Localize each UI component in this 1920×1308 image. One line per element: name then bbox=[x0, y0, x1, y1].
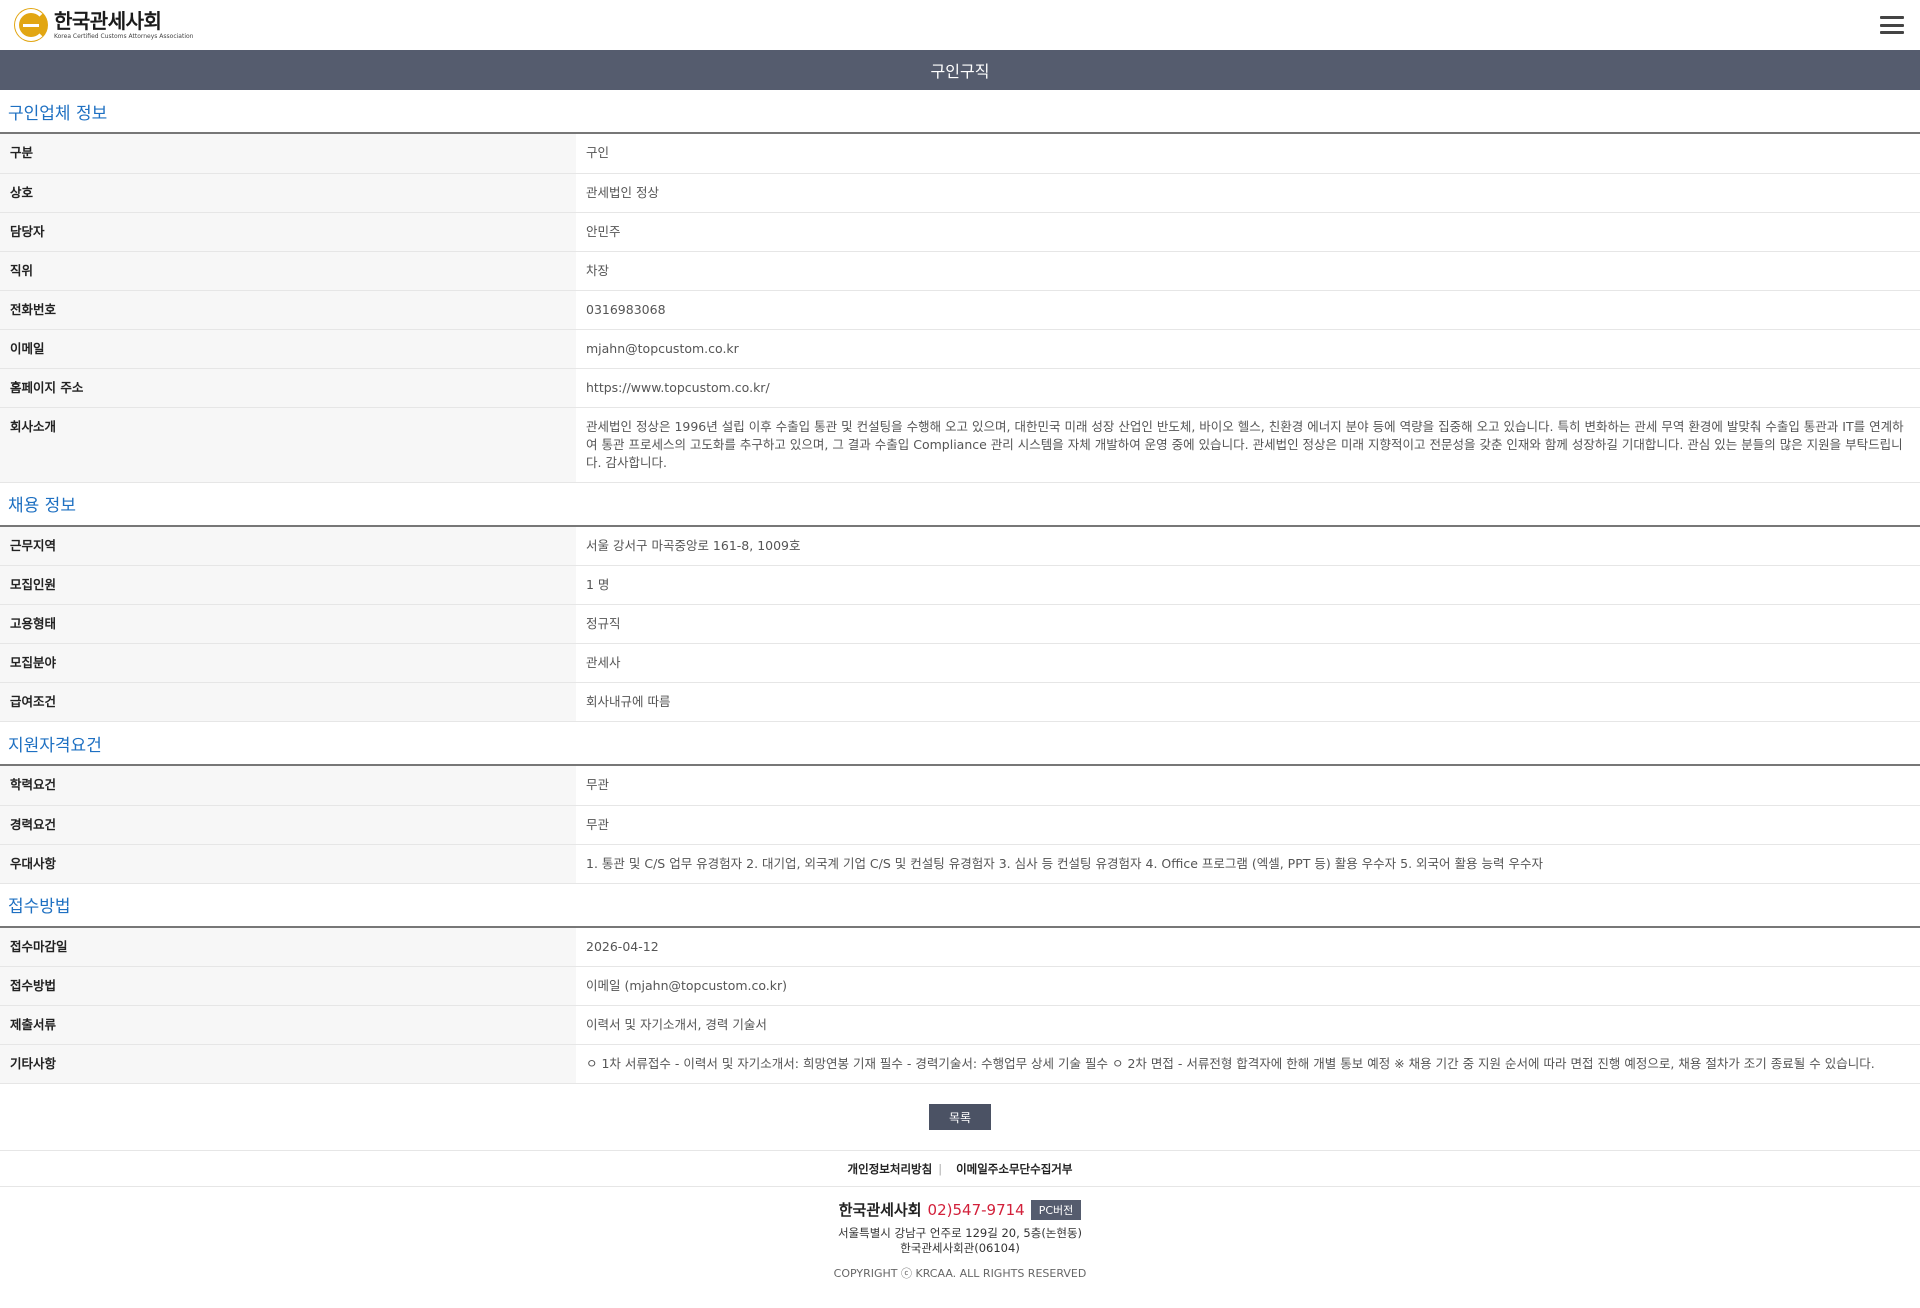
row-label: 근무지역 bbox=[0, 526, 576, 566]
qualification-table: 학력요건 무관 경력요건 무관 우대사항 1. 통관 및 C/S 업무 유경험자 2.… bbox=[0, 766, 1920, 884]
table-row: 홈페이지 주소 https://www.topcustom.co.kr/ bbox=[0, 368, 1920, 407]
site-logo[interactable]: 한국관세사회 Korea Certified Customs Attorneys… bbox=[14, 8, 193, 42]
privacy-policy-link[interactable]: 개인정보처리방침 bbox=[848, 1161, 933, 1177]
footer-links: 개인정보처리방침 | 이메일주소무단수집거부 bbox=[0, 1151, 1920, 1187]
row-value: 무관 bbox=[586, 816, 610, 832]
row-label: 접수마감일 bbox=[0, 927, 576, 967]
row-value: 2026-04-12 bbox=[586, 938, 659, 954]
row-label: 이메일 bbox=[0, 329, 576, 368]
footer-phone[interactable]: 02)547-9714 bbox=[928, 1201, 1025, 1219]
table-row: 담당자 안민주 bbox=[0, 212, 1920, 251]
section-title-qualification: 지원자격요건 bbox=[0, 722, 1920, 766]
row-value: 0316983068 bbox=[586, 301, 666, 317]
hamburger-menu-icon[interactable] bbox=[1880, 16, 1904, 34]
row-label: 구분 bbox=[0, 134, 576, 173]
logo-title: 한국관세사회 bbox=[54, 8, 162, 33]
row-label: 경력요건 bbox=[0, 805, 576, 844]
row-value: 정규직 bbox=[586, 616, 621, 631]
copyright: COPYRIGHT ⓒ KRCAA. ALL RIGHTS RESERVED bbox=[833, 1267, 1087, 1280]
section-title-application: 접수방법 bbox=[0, 884, 1920, 928]
footer-org-name: 한국관세사회 bbox=[838, 1201, 922, 1219]
link-separator: | bbox=[938, 1161, 943, 1176]
row-value: 구인 bbox=[586, 145, 610, 160]
row-label: 회사소개 bbox=[0, 407, 576, 482]
row-value: 무관 bbox=[586, 777, 610, 792]
table-row: 상호 관세법인 정상 bbox=[0, 173, 1920, 212]
row-label: 학력요건 bbox=[0, 766, 576, 805]
row-value: 관세법인 정상 bbox=[586, 184, 659, 200]
company-info-table: 구분 구인 상호 관세법인 정상 담당자 안민주 직위 차장 전화번호 031698306… bbox=[0, 134, 1920, 483]
table-row: 모집인원 1 명 bbox=[0, 565, 1920, 605]
row-label: 고용형태 bbox=[0, 604, 576, 644]
email-value: mjahn@topcustom.co.kr bbox=[586, 340, 739, 356]
row-label: 기타사항 bbox=[0, 1044, 576, 1084]
row-label: 홈페이지 주소 bbox=[0, 368, 576, 407]
site-footer: 한국관세사회 02)547-9714 PC버전 서울특별시 강남구 언주로 12… bbox=[0, 1187, 1920, 1281]
row-label: 모집인원 bbox=[0, 565, 576, 605]
footer-address: 서울특별시 강남구 언주로 129길 20, 5층(논현동) bbox=[837, 1226, 1083, 1240]
row-label: 전화번호 bbox=[0, 290, 576, 329]
table-row: 급여조건 회사내규에 따름 bbox=[0, 682, 1920, 722]
table-row: 고용형태 정규직 bbox=[0, 604, 1920, 644]
list-button[interactable]: 목록 bbox=[929, 1104, 991, 1130]
site-header: 한국관세사회 Korea Certified Customs Attorneys… bbox=[0, 0, 1920, 50]
row-label: 접수방법 bbox=[0, 966, 576, 1006]
homepage-value: https://www.topcustom.co.kr/ bbox=[586, 379, 770, 395]
row-value: 이력서 및 자기소개서, 경력 기술서 bbox=[586, 1017, 767, 1032]
recruit-info-table: 근무지역 서울 강서구 마곡중앙로 161-8, 1009호 모집인원 1 명 고용… bbox=[0, 526, 1920, 723]
table-row: 제출서류 이력서 및 자기소개서, 경력 기술서 bbox=[0, 1005, 1920, 1045]
table-row: 구분 구인 bbox=[0, 134, 1920, 173]
table-row: 기타사항 ㅇ 1차 서류접수 - 이력서 및 자기소개서: 희망연봉 기재 필수 … bbox=[0, 1044, 1920, 1084]
row-label: 우대사항 bbox=[0, 844, 576, 883]
row-label: 제출서류 bbox=[0, 1005, 576, 1045]
row-value: 1. 통관 및 C/S 업무 유경험자 2. 대기업, 외국계 기업 C/S 및… bbox=[586, 855, 1543, 871]
row-value: 관세사 bbox=[586, 655, 621, 670]
application-table: 접수마감일 2026-04-12 접수방법 이메일 (mjahn@topcustom… bbox=[0, 927, 1920, 1085]
table-row: 접수마감일 2026-04-12 bbox=[0, 927, 1920, 967]
table-row: 이메일 mjahn@topcustom.co.kr bbox=[0, 329, 1920, 368]
table-row: 우대사항 1. 통관 및 C/S 업무 유경험자 2. 대기업, 외국계 기업 C… bbox=[0, 844, 1920, 883]
table-row: 경력요건 무관 bbox=[0, 805, 1920, 844]
logo-emblem-icon bbox=[14, 8, 48, 42]
logo-subtitle: Korea Certified Customs Attorneys Associ… bbox=[54, 32, 194, 40]
table-row: 직위 차장 bbox=[0, 251, 1920, 290]
row-value: 안민주 bbox=[586, 223, 621, 239]
row-value: 차장 bbox=[586, 262, 610, 278]
page-title: 구인구직 bbox=[0, 50, 1920, 90]
row-label: 담당자 bbox=[0, 212, 576, 251]
section-title-recruit: 채용 정보 bbox=[0, 483, 1920, 527]
table-row: 접수방법 이메일 (mjahn@topcustom.co.kr) bbox=[0, 966, 1920, 1006]
row-value: 이메일 (mjahn@topcustom.co.kr) bbox=[586, 978, 788, 993]
row-value: 회사내규에 따름 bbox=[586, 694, 671, 709]
pc-version-button[interactable]: PC버전 bbox=[1030, 1199, 1082, 1220]
row-label: 모집분야 bbox=[0, 643, 576, 683]
row-label: 상호 bbox=[0, 173, 576, 212]
section-title-company: 구인업체 정보 bbox=[0, 90, 1920, 134]
email-refuse-link[interactable]: 이메일주소무단수집거부 bbox=[956, 1161, 1072, 1177]
company-intro-value: 관세법인 정상은 1996년 설립 이후 수출입 통관 및 컨설팅을 수행해 오… bbox=[586, 418, 1904, 470]
table-row: 학력요건 무관 bbox=[0, 766, 1920, 805]
row-value: ㅇ 1차 서류접수 - 이력서 및 자기소개서: 희망연봉 기재 필수 - 경력… bbox=[586, 1056, 1875, 1071]
row-label: 급여조건 bbox=[0, 682, 576, 722]
footer-address-building: 한국관세사회관(06104) bbox=[900, 1241, 1020, 1255]
table-row: 회사소개 관세법인 정상은 1996년 설립 이후 수출입 통관 및 컨설팅을 수… bbox=[0, 407, 1920, 482]
row-label: 직위 bbox=[0, 251, 576, 290]
table-row: 모집분야 관세사 bbox=[0, 643, 1920, 683]
table-row: 근무지역 서울 강서구 마곡중앙로 161-8, 1009호 bbox=[0, 526, 1920, 566]
table-row: 전화번호 0316983068 bbox=[0, 290, 1920, 329]
row-value: 1 명 bbox=[586, 577, 610, 592]
row-value: 서울 강서구 마곡중앙로 161-8, 1009호 bbox=[586, 537, 801, 553]
